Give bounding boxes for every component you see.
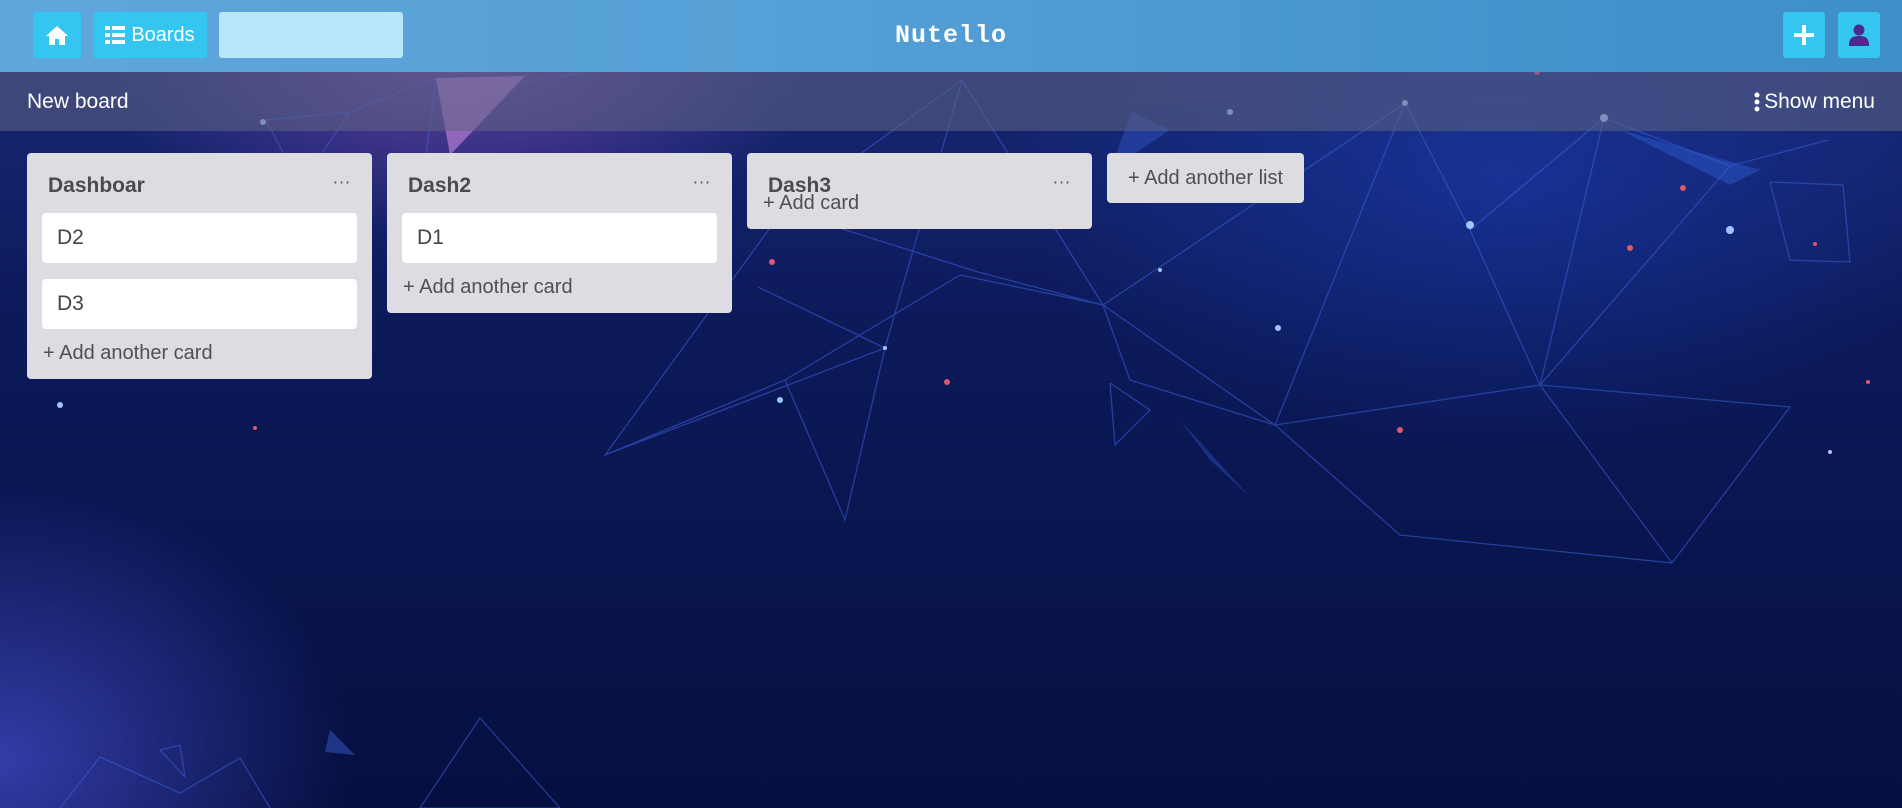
board-title[interactable]: New board — [27, 72, 129, 131]
list-dash3: Dash3 ··· + Add card — [747, 153, 1092, 229]
list-menu-button[interactable]: ··· — [690, 171, 714, 193]
list-dashboar: Dashboar ··· D2 D3 + Add another card — [27, 153, 372, 379]
plus-icon — [1794, 25, 1814, 45]
home-icon — [46, 26, 68, 45]
board-header-bar — [0, 72, 1902, 131]
list-title[interactable]: Dash3 — [768, 174, 831, 198]
add-card-button[interactable]: + Add another card — [27, 342, 372, 379]
user-icon — [1849, 24, 1869, 46]
list-title[interactable]: Dash2 — [408, 174, 471, 198]
card[interactable]: D1 — [402, 213, 717, 263]
card[interactable]: D2 — [42, 213, 357, 263]
list-icon — [105, 26, 126, 44]
show-menu-label: Show menu — [1764, 89, 1875, 113]
show-menu-button[interactable]: Show menu — [1754, 72, 1875, 131]
list-header: Dash2 ··· — [387, 153, 732, 213]
boards-button-label: Boards — [131, 23, 195, 46]
home-button[interactable] — [33, 12, 81, 58]
add-card-button[interactable]: + Add another card — [387, 276, 732, 313]
list-menu-button[interactable]: ··· — [1050, 171, 1074, 193]
card[interactable]: D3 — [42, 279, 357, 329]
list-menu-button[interactable]: ··· — [330, 171, 354, 193]
list-dash2: Dash2 ··· D1 + Add another card — [387, 153, 732, 313]
list-header: Dash3 ··· — [747, 153, 1092, 198]
search-input[interactable] — [219, 12, 403, 58]
list-header: Dashboar ··· — [27, 153, 372, 213]
user-profile-button[interactable] — [1838, 12, 1880, 58]
top-navigation-bar: Nutello Boards — [0, 0, 1902, 72]
vertical-ellipsis-icon — [1754, 92, 1760, 111]
create-button[interactable] — [1783, 12, 1825, 58]
add-list-button[interactable]: + Add another list — [1107, 153, 1304, 203]
boards-button[interactable]: Boards — [93, 12, 207, 58]
list-title[interactable]: Dashboar — [48, 174, 145, 198]
